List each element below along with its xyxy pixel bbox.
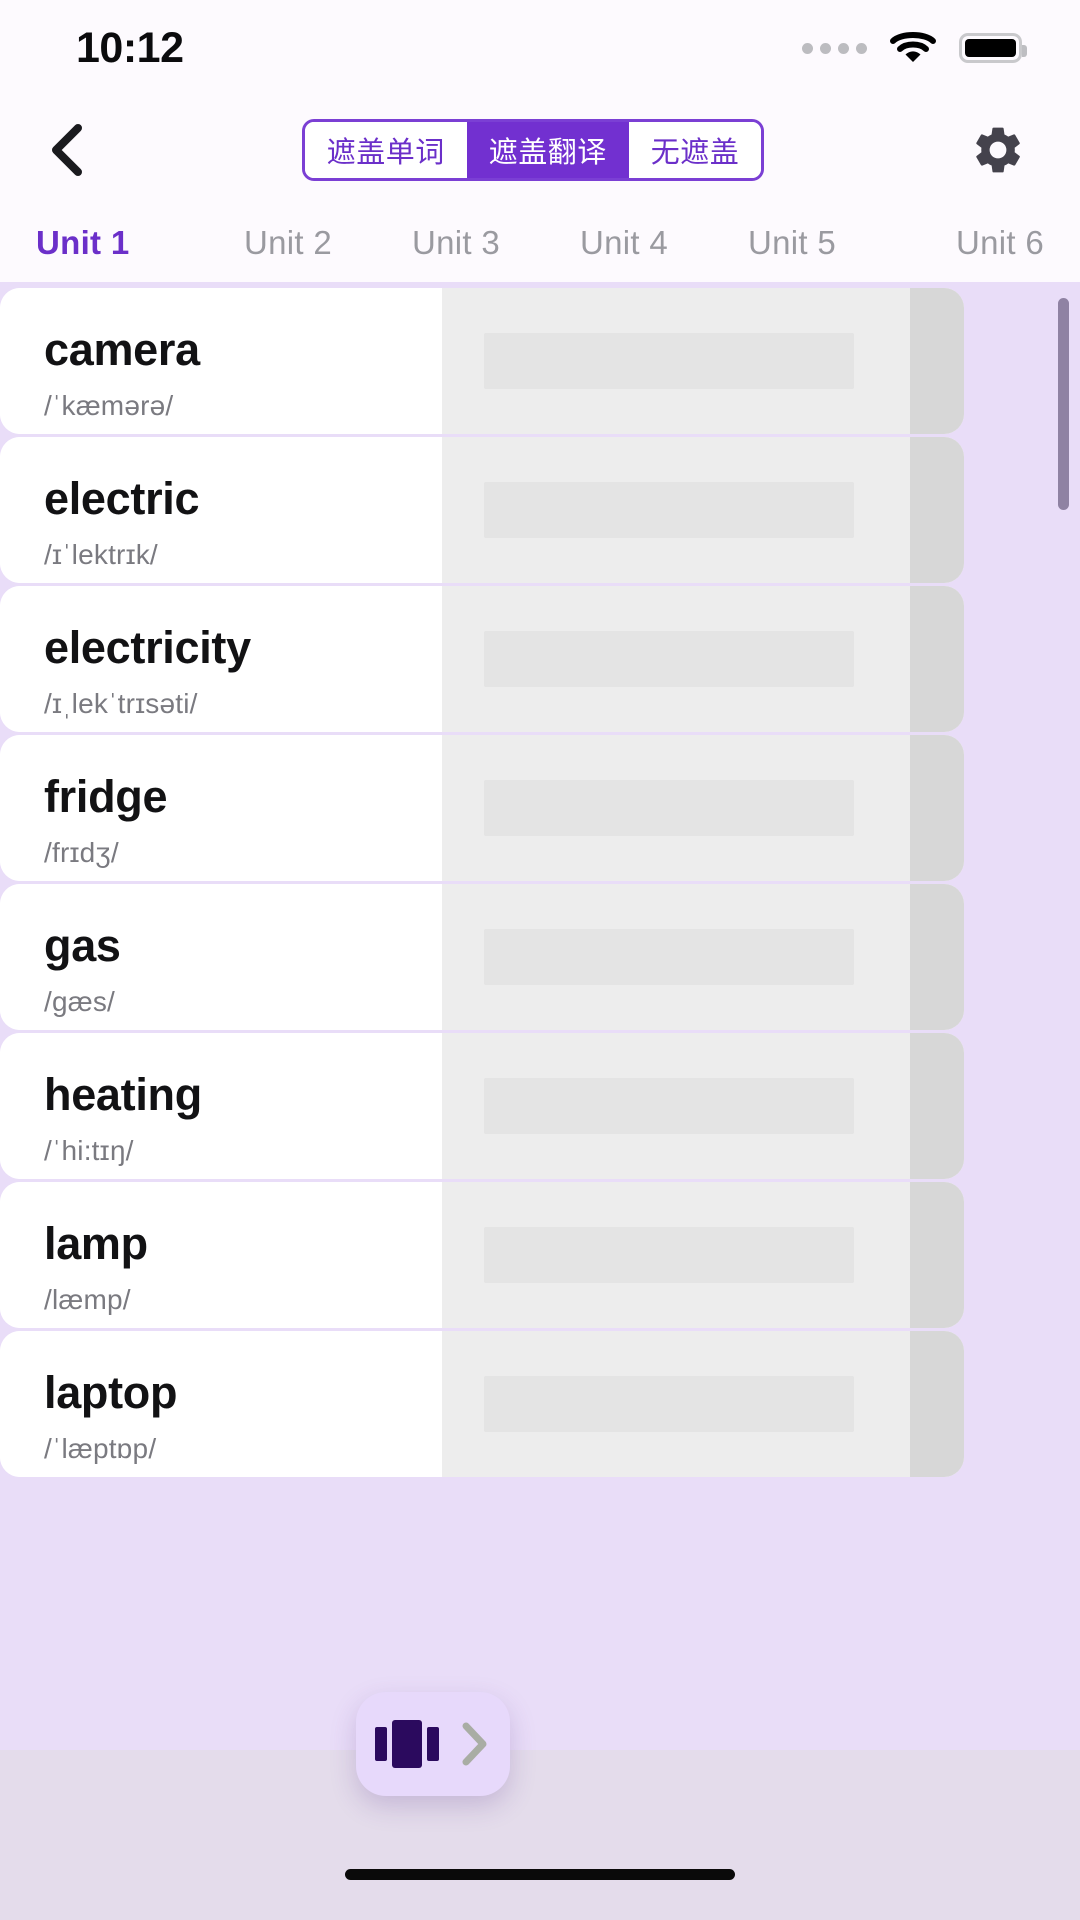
translation-placeholder-bar [484, 1078, 854, 1134]
bottom-area [0, 1750, 1080, 1920]
word-term: lamp [44, 1218, 148, 1270]
translation-mask[interactable] [442, 884, 964, 1030]
word-phonetic: /gæs/ [44, 985, 116, 1017]
mask-mode-segmented-control[interactable]: 遮盖单词 遮盖翻译 无遮盖 [301, 119, 765, 181]
translation-mask[interactable] [442, 586, 964, 732]
word-card[interactable]: electricity/ɪˌlekˈtrɪsəti/ [0, 586, 964, 732]
settings-button[interactable] [960, 112, 1036, 188]
translation-placeholder-bar [484, 1376, 854, 1432]
word-term: electricity [44, 622, 251, 674]
translation-placeholder-bar [484, 631, 854, 687]
word-card[interactable]: electric/ɪˈlektrɪk/ [0, 437, 964, 583]
unit-tab-6[interactable]: Unit 6 [876, 224, 1044, 262]
unit-tab-bar[interactable]: Unit 1 Unit 2 Unit 3 Unit 4 Unit 5 Unit … [0, 204, 1080, 282]
word-phonetic: /ˈhi:tɪŋ/ [44, 1134, 134, 1166]
translation-placeholder-bar [484, 482, 854, 538]
word-phonetic: /ɪˈlektrɪk/ [44, 538, 158, 570]
translation-placeholder-bar [484, 780, 854, 836]
word-card[interactable]: fridge/frɪdʒ/ [0, 735, 964, 881]
translation-mask[interactable] [442, 288, 964, 434]
mask-mode-option-0[interactable]: 遮盖单词 [304, 122, 467, 178]
unit-tab-1[interactable]: Unit 1 [36, 224, 204, 262]
word-card[interactable]: lamp/læmp/ [0, 1182, 964, 1328]
word-term: fridge [44, 771, 168, 823]
word-list[interactable]: camera/ˈkæmərə/electric/ɪˈlektrɪk/electr… [0, 282, 1080, 1750]
signal-dots-icon [802, 42, 867, 54]
home-indicator[interactable] [345, 1869, 735, 1880]
word-card-text: fridge/frɪdʒ/ [0, 735, 442, 881]
chevron-left-icon [52, 124, 82, 176]
gear-icon [976, 127, 1020, 173]
unit-tab-4[interactable]: Unit 4 [540, 224, 708, 262]
word-card-text: heating/ˈhi:tɪŋ/ [0, 1033, 442, 1179]
battery-full-icon [959, 33, 1027, 63]
chevron-right-icon [462, 1722, 487, 1766]
translation-mask[interactable] [442, 1033, 964, 1179]
word-term: gas [44, 920, 121, 972]
flashcard-mode-button[interactable] [356, 1692, 510, 1796]
word-card-text: camera/ˈkæmərə/ [0, 288, 442, 434]
word-phonetic: /frɪdʒ/ [44, 836, 119, 868]
status-indicators [802, 30, 1027, 66]
status-bar: 10:12 [0, 0, 1080, 96]
word-term: camera [44, 324, 200, 376]
word-phonetic: /ˈlæptɒp/ [44, 1432, 157, 1464]
mask-mode-option-1[interactable]: 遮盖翻译 [466, 122, 629, 178]
word-card-text: electricity/ɪˌlekˈtrɪsəti/ [0, 586, 442, 732]
unit-tab-2[interactable]: Unit 2 [204, 224, 372, 262]
flashcard-icon [375, 1720, 439, 1768]
word-term: heating [44, 1069, 202, 1121]
translation-mask[interactable] [442, 437, 964, 583]
status-time: 10:12 [76, 23, 184, 72]
word-term: electric [44, 473, 200, 525]
translation-mask[interactable] [442, 735, 964, 881]
unit-tab-5[interactable]: Unit 5 [708, 224, 876, 262]
word-card-text: lamp/læmp/ [0, 1182, 442, 1328]
word-card-text: laptop/ˈlæptɒp/ [0, 1331, 442, 1477]
word-card[interactable]: gas/gæs/ [0, 884, 964, 1030]
app-header: 遮盖单词 遮盖翻译 无遮盖 [0, 96, 1080, 204]
list-scrollbar[interactable] [1058, 298, 1069, 510]
word-phonetic: /ˈkæmərə/ [44, 389, 174, 421]
translation-placeholder-bar [484, 333, 854, 389]
wifi-icon [890, 32, 936, 62]
word-phonetic: /ɪˌlekˈtrɪsəti/ [44, 687, 198, 719]
translation-mask[interactable] [442, 1182, 964, 1328]
word-term: laptop [44, 1367, 178, 1419]
word-list-body: camera/ˈkæmərə/electric/ɪˈlektrɪk/electr… [0, 288, 1080, 1477]
word-card[interactable]: laptop/ˈlæptɒp/ [0, 1331, 964, 1477]
word-card[interactable]: camera/ˈkæmərə/ [0, 288, 964, 434]
translation-mask[interactable] [442, 1331, 964, 1477]
word-card-text: gas/gæs/ [0, 884, 442, 1030]
word-card-text: electric/ɪˈlektrɪk/ [0, 437, 442, 583]
unit-tab-3[interactable]: Unit 3 [372, 224, 540, 262]
translation-placeholder-bar [484, 1227, 854, 1283]
word-card[interactable]: heating/ˈhi:tɪŋ/ [0, 1033, 964, 1179]
word-phonetic: /læmp/ [44, 1283, 131, 1315]
mask-mode-option-2[interactable]: 无遮盖 [628, 122, 762, 178]
back-button[interactable] [30, 112, 106, 188]
phone-screen: 10:12 遮盖单词 遮盖翻译 无遮盖 Unit 1 Unit 2 Unit 3… [0, 0, 1080, 1920]
translation-placeholder-bar [484, 929, 854, 985]
